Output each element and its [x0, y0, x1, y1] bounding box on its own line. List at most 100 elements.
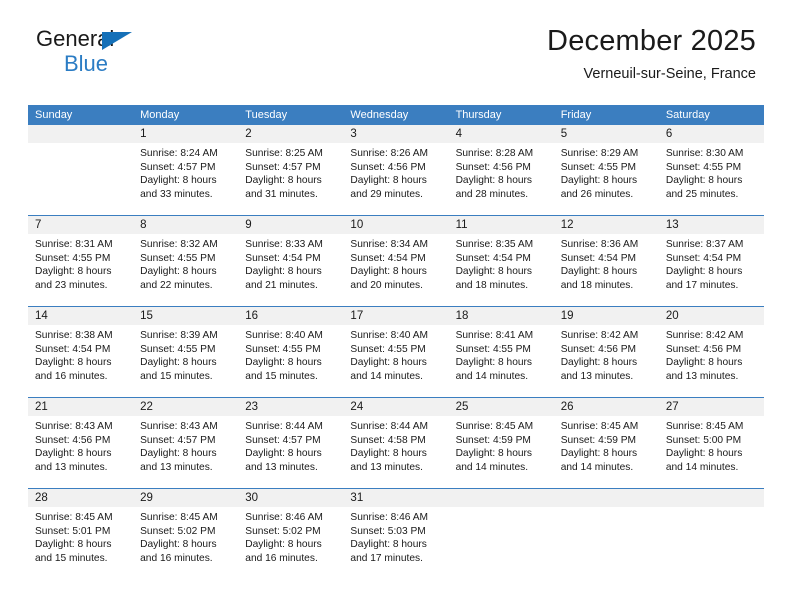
daylight-text: Daylight: 8 hours and 21 minutes. — [245, 266, 322, 291]
day-cell[interactable]: 3 Sunrise: 8:26 AM Sunset: 4:56 PM Daylight… — [343, 125, 449, 215]
day-cell[interactable]: 22 Sunrise: 8:43 AM Sunset: 4:57 PM Dayligh… — [133, 398, 239, 488]
sunset-text: Sunset: 4:55 PM — [245, 343, 321, 355]
day-number: 20 — [658, 307, 764, 325]
day-cell[interactable]: 1 Sunrise: 8:24 AM Sunset: 4:57 PM Daylight… — [133, 125, 239, 215]
daylight-text: Daylight: 8 hours and 13 minutes. — [140, 448, 217, 473]
sunrise-text: Sunrise: 8:38 AM — [35, 330, 113, 341]
sunrise-text: Sunrise: 8:40 AM — [245, 330, 323, 341]
sunrise-text: Sunrise: 8:45 AM — [560, 421, 639, 432]
sunrise-text: Sunrise: 8:45 AM — [455, 421, 534, 432]
day-details: Sunrise: 8:33 AM Sunset: 4:54 PM Daylight:… — [238, 234, 343, 292]
day-number: 16 — [238, 307, 344, 325]
day-cell[interactable]: 14 Sunrise: 8:38 AM Sunset: 4:54 PM Dayligh… — [28, 307, 134, 397]
sunrise-text: Sunrise: 8:42 AM — [665, 330, 744, 341]
day-number: 29 — [133, 489, 239, 507]
sunrise-text: Sunrise: 8:45 AM — [35, 512, 113, 523]
day-cell[interactable]: 29 Sunrise: 8:45 AM Sunset: 5:02 PM Dayligh… — [133, 489, 239, 579]
day-cell[interactable]: 10 Sunrise: 8:34 AM Sunset: 4:54 PM Dayligh… — [343, 216, 449, 306]
day-details: Sunrise: 8:42 AM Sunset: 4:56 PM Daylight:… — [554, 325, 659, 383]
day-cell[interactable]: 27 Sunrise: 8:45 AM Sunset: 5:00 PM Dayligh… — [658, 398, 764, 488]
day-cell[interactable]: 20 Sunrise: 8:42 AM Sunset: 4:56 PM Dayligh… — [658, 307, 764, 397]
sunrise-text: Sunrise: 8:24 AM — [140, 148, 218, 159]
day-number: 6 — [658, 125, 764, 143]
daylight-text: Daylight: 8 hours and 23 minutes. — [35, 266, 112, 291]
daylight-text: Daylight: 8 hours and 13 minutes. — [245, 448, 322, 473]
day-number: 25 — [448, 398, 554, 416]
sunset-text: Sunset: 4:56 PM — [665, 343, 742, 355]
day-number: 26 — [553, 398, 659, 416]
day-details: Sunrise: 8:31 AM Sunset: 4:55 PM Daylight:… — [28, 234, 133, 292]
day-number: 17 — [343, 307, 449, 325]
logo[interactable]: General Blue — [36, 26, 166, 82]
weekday-wednesday: Wednesday — [350, 109, 409, 121]
day-cell[interactable]: 16 Sunrise: 8:40 AM Sunset: 4:55 PM Dayligh… — [238, 307, 344, 397]
day-cell[interactable]: 5 Sunrise: 8:29 AM Sunset: 4:55 PM Daylight… — [553, 125, 659, 215]
calendar-week-row: 28 Sunrise: 8:45 AM Sunset: 5:01 PM Dayligh… — [28, 488, 764, 579]
daylight-text: Daylight: 8 hours and 20 minutes. — [350, 266, 427, 291]
daylight-text: Daylight: 8 hours and 14 minutes. — [455, 448, 533, 473]
sunrise-text: Sunrise: 8:28 AM — [455, 148, 534, 159]
sunset-text: Sunset: 4:55 PM — [140, 252, 216, 264]
day-cell[interactable]: 8 Sunrise: 8:32 AM Sunset: 4:55 PM Daylight… — [133, 216, 239, 306]
sunrise-text: Sunrise: 8:45 AM — [140, 512, 218, 523]
sunrise-text: Sunrise: 8:35 AM — [455, 239, 534, 250]
day-cell[interactable]: 26 Sunrise: 8:45 AM Sunset: 4:59 PM Dayligh… — [553, 398, 659, 488]
page-subtitle: Verneuil-sur-Seine, France — [583, 65, 756, 82]
daylight-text: Daylight: 8 hours and 28 minutes. — [455, 175, 533, 200]
day-details: Sunrise: 8:28 AM Sunset: 4:56 PM Daylight:… — [449, 143, 554, 201]
day-cell[interactable]: 2 Sunrise: 8:25 AM Sunset: 4:57 PM Daylight… — [238, 125, 344, 215]
daylight-text: Daylight: 8 hours and 25 minutes. — [665, 175, 743, 200]
day-cell[interactable]: 15 Sunrise: 8:39 AM Sunset: 4:55 PM Dayligh… — [133, 307, 239, 397]
sunrise-text: Sunrise: 8:44 AM — [350, 421, 429, 432]
logo-triangle-icon — [102, 32, 132, 50]
sunset-text: Sunset: 4:55 PM — [140, 343, 216, 355]
daylight-text: Daylight: 8 hours and 14 minutes. — [665, 448, 743, 473]
day-cell[interactable]: 12 Sunrise: 8:36 AM Sunset: 4:54 PM Dayligh… — [553, 216, 659, 306]
day-cell[interactable]: 28 Sunrise: 8:45 AM Sunset: 5:01 PM Dayligh… — [28, 489, 134, 579]
day-details: Sunrise: 8:40 AM Sunset: 4:55 PM Daylight:… — [343, 325, 448, 383]
day-cell[interactable]: 18 Sunrise: 8:41 AM Sunset: 4:55 PM Dayligh… — [448, 307, 554, 397]
day-details: Sunrise: 8:45 AM Sunset: 5:00 PM Daylight:… — [659, 416, 764, 474]
daylight-text: Daylight: 8 hours and 26 minutes. — [560, 175, 638, 200]
sunrise-text: Sunrise: 8:37 AM — [665, 239, 744, 250]
day-details: Sunrise: 8:45 AM Sunset: 5:02 PM Daylight:… — [133, 507, 238, 565]
day-cell[interactable]: 31 Sunrise: 8:46 AM Sunset: 5:03 PM Dayligh… — [343, 489, 449, 579]
day-cell[interactable]: 23 Sunrise: 8:44 AM Sunset: 4:57 PM Dayligh… — [238, 398, 344, 488]
calendar-week-row: 1 Sunrise: 8:24 AM Sunset: 4:57 PM Daylight… — [28, 125, 764, 215]
weekday-header-row: Sunday Monday Tuesday Wednesday Thursday… — [28, 105, 764, 125]
daylight-text: Daylight: 8 hours and 14 minutes. — [455, 357, 533, 382]
weekday-monday: Monday — [140, 109, 180, 121]
day-cell[interactable]: 11 Sunrise: 8:35 AM Sunset: 4:54 PM Dayligh… — [448, 216, 554, 306]
day-details: Sunrise: 8:43 AM Sunset: 4:57 PM Daylight:… — [133, 416, 238, 474]
day-cell[interactable]: 24 Sunrise: 8:44 AM Sunset: 4:58 PM Dayligh… — [343, 398, 449, 488]
sunset-text: Sunset: 4:55 PM — [665, 161, 742, 173]
sunrise-text: Sunrise: 8:34 AM — [350, 239, 429, 250]
day-number — [658, 489, 764, 507]
day-details: Sunrise: 8:36 AM Sunset: 4:54 PM Daylight:… — [554, 234, 659, 292]
day-cell[interactable]: 25 Sunrise: 8:45 AM Sunset: 4:59 PM Dayligh… — [448, 398, 554, 488]
day-cell[interactable]: 9 Sunrise: 8:33 AM Sunset: 4:54 PM Daylight… — [238, 216, 344, 306]
sunset-text: Sunset: 5:02 PM — [245, 525, 321, 537]
day-cell[interactable]: 19 Sunrise: 8:42 AM Sunset: 4:56 PM Dayligh… — [553, 307, 659, 397]
sunset-text: Sunset: 4:55 PM — [35, 252, 111, 264]
day-cell[interactable]: 7 Sunrise: 8:31 AM Sunset: 4:55 PM Daylight… — [28, 216, 134, 306]
day-number: 19 — [553, 307, 659, 325]
day-details: Sunrise: 8:35 AM Sunset: 4:54 PM Daylight:… — [449, 234, 554, 292]
day-cell[interactable]: 30 Sunrise: 8:46 AM Sunset: 5:02 PM Dayligh… — [238, 489, 344, 579]
day-number: 8 — [133, 216, 239, 234]
daylight-text: Daylight: 8 hours and 16 minutes. — [35, 357, 112, 382]
weekday-saturday: Saturday — [665, 109, 710, 121]
sunset-text: Sunset: 4:55 PM — [455, 343, 531, 355]
day-details: Sunrise: 8:30 AM Sunset: 4:55 PM Daylight:… — [659, 143, 764, 201]
day-cell[interactable]: 4 Sunrise: 8:28 AM Sunset: 4:56 PM Daylight… — [448, 125, 554, 215]
day-number: 22 — [133, 398, 239, 416]
day-number: 10 — [343, 216, 449, 234]
day-details: Sunrise: 8:44 AM Sunset: 4:58 PM Daylight:… — [343, 416, 448, 474]
day-cell[interactable]: 6 Sunrise: 8:30 AM Sunset: 4:55 PM Daylight… — [658, 125, 764, 215]
day-cell[interactable]: 17 Sunrise: 8:40 AM Sunset: 4:55 PM Dayligh… — [343, 307, 449, 397]
calendar-week-row: 7 Sunrise: 8:31 AM Sunset: 4:55 PM Daylight… — [28, 215, 764, 306]
day-cell-empty — [658, 489, 764, 579]
day-cell[interactable]: 21 Sunrise: 8:43 AM Sunset: 4:56 PM Dayligh… — [28, 398, 134, 488]
day-cell[interactable]: 13 Sunrise: 8:37 AM Sunset: 4:54 PM Dayligh… — [658, 216, 764, 306]
day-details: Sunrise: 8:45 AM Sunset: 5:01 PM Daylight:… — [28, 507, 133, 565]
